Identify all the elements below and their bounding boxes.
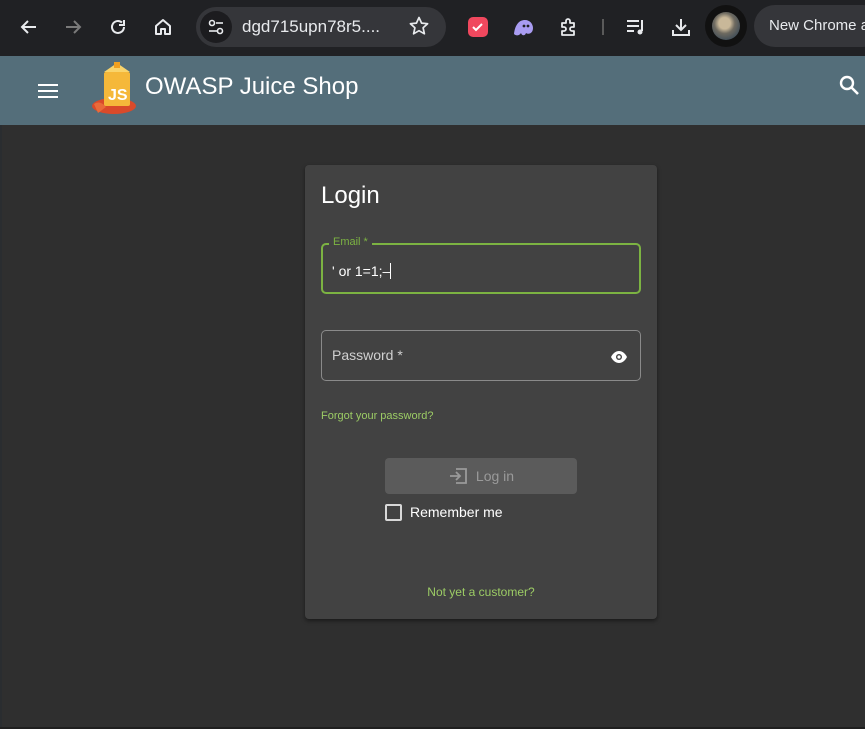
login-button[interactable]: Log in	[385, 458, 577, 494]
extension-ghost-button[interactable]	[506, 10, 540, 44]
sidebar-menu-button[interactable]	[32, 75, 64, 107]
home-icon	[155, 19, 171, 35]
reload-icon	[111, 19, 125, 34]
login-card: Login Email * ' or 1=1;– Password * Forg…	[305, 165, 657, 619]
media-queue-icon	[627, 20, 643, 35]
star-icon	[409, 16, 429, 35]
toolbar-separator	[602, 19, 604, 35]
browser-toolbar: dgd715upn78r5.... New Chrome a	[0, 0, 865, 56]
login-button-label: Log in	[475, 468, 515, 484]
address-bar[interactable]: dgd715upn78r5....	[196, 7, 446, 47]
bookmark-button[interactable]	[408, 15, 430, 42]
juice-shop-logo-image: JS	[92, 62, 136, 114]
url-text[interactable]: dgd715upn78r5....	[242, 17, 380, 37]
email-field[interactable]: Email * ' or 1=1;–	[321, 236, 641, 294]
search-button[interactable]	[838, 74, 865, 104]
remember-me-checkbox[interactable]	[385, 503, 402, 521]
forward-button[interactable]	[56, 10, 90, 44]
profile-button[interactable]	[705, 5, 747, 47]
toggle-password-visibility-button[interactable]	[610, 348, 628, 366]
reload-button[interactable]	[101, 10, 135, 44]
back-button[interactable]	[12, 10, 46, 44]
media-queue-button[interactable]	[619, 10, 653, 44]
forgot-password-link[interactable]: Forgot your password?	[321, 410, 434, 422]
juice-shop-logo[interactable]: JS	[90, 60, 140, 121]
text-caret	[390, 263, 392, 279]
app-title[interactable]: OWASP Juice Shop	[145, 73, 358, 101]
back-icon	[20, 20, 36, 34]
new-chrome-button[interactable]: New Chrome a	[754, 5, 865, 47]
search-icon	[839, 75, 859, 95]
site-settings-icon	[208, 19, 224, 35]
remember-me-label[interactable]: Remember me	[410, 504, 503, 520]
extension-ghost-icon	[514, 20, 533, 36]
extension-calendar-icon	[468, 17, 488, 37]
menu-icon	[38, 84, 58, 98]
svg-text:JS: JS	[108, 87, 128, 104]
register-link[interactable]: Not yet a customer?	[305, 585, 657, 599]
download-button[interactable]	[664, 10, 698, 44]
password-label: Password *	[332, 347, 403, 363]
extension-calendar-button[interactable]	[461, 10, 495, 44]
page-left-border	[0, 125, 2, 729]
download-icon	[672, 19, 690, 36]
profile-avatar	[712, 12, 740, 40]
email-input[interactable]: ' or 1=1;–	[332, 263, 392, 279]
login-icon	[448, 467, 468, 485]
extensions-puzzle-icon	[561, 18, 575, 36]
remember-me-option[interactable]: Remember me	[385, 502, 503, 522]
login-title: Login	[321, 182, 380, 209]
forward-icon	[66, 20, 82, 34]
email-input-text: ' or 1=1;–	[332, 263, 391, 279]
email-label: Email *	[329, 236, 372, 248]
password-field[interactable]: Password *	[321, 330, 641, 381]
home-button[interactable]	[146, 10, 180, 44]
visibility-icon	[611, 351, 627, 363]
extensions-button[interactable]	[552, 10, 586, 44]
site-info-button[interactable]	[200, 11, 232, 43]
